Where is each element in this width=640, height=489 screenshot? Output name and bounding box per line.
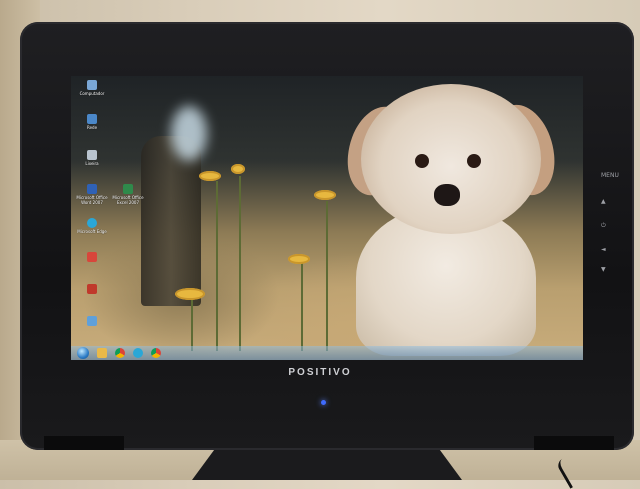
- dog-eye-left: [415, 154, 429, 168]
- flower: [288, 254, 310, 264]
- desktop-icon-word[interactable]: Microsoft Office Word 2007: [75, 184, 109, 205]
- desktop-icon-label: Microsoft Office Excel 2007: [112, 195, 144, 205]
- monitor-brand-logo: POSITIVO: [288, 367, 352, 378]
- edge-icon: [87, 218, 97, 228]
- chrome-icon-2[interactable]: [151, 348, 161, 358]
- desktop-icon-app[interactable]: [75, 252, 109, 263]
- app-icon-3: [87, 316, 97, 326]
- recycle-bin-icon: [87, 150, 97, 160]
- flower-stem: [326, 201, 328, 351]
- desktop-icon-label: Computador: [79, 91, 105, 96]
- excel-icon: [123, 184, 133, 194]
- down-button[interactable]: ▼: [601, 266, 606, 273]
- explorer-icon[interactable]: [97, 348, 107, 358]
- dog-eye-right: [467, 154, 481, 168]
- power-button[interactable]: ⏻: [601, 222, 606, 230]
- desktop-icon-label: Rede: [86, 125, 98, 130]
- flower-stem: [239, 176, 241, 351]
- up-button[interactable]: ▲: [601, 198, 606, 205]
- desktop-icon-recycle-bin[interactable]: Lixeira: [75, 150, 109, 166]
- left-button[interactable]: ◄: [601, 246, 606, 253]
- taskbar: [71, 346, 583, 360]
- app-icon: [87, 252, 97, 262]
- chrome-icon[interactable]: [115, 348, 125, 358]
- speaker-right: [534, 436, 614, 450]
- computer-icon: [87, 80, 97, 90]
- edge-icon[interactable]: [133, 348, 143, 358]
- desktop-icon-label: Microsoft Edge: [77, 229, 107, 234]
- flower-stem: [216, 181, 218, 351]
- desktop-icon-excel[interactable]: Microsoft Office Excel 2007: [111, 184, 145, 205]
- desktop-icon-label: Microsoft Office Word 2007: [76, 195, 108, 205]
- desktop-icon-network[interactable]: Rede: [75, 114, 109, 130]
- screen: Computador Rede Lixeira Microsoft Office…: [71, 76, 583, 360]
- flower: [314, 190, 336, 200]
- flower: [175, 288, 205, 300]
- menu-button[interactable]: MENU: [601, 172, 619, 179]
- start-button[interactable]: [77, 347, 89, 359]
- desktop-icon-edge[interactable]: Microsoft Edge: [75, 218, 109, 234]
- desktop-icon-app-2[interactable]: [75, 284, 109, 295]
- flower: [199, 171, 221, 181]
- power-led: [321, 400, 326, 405]
- speaker-left: [44, 436, 124, 450]
- desktop-icon-label: Lixeira: [85, 161, 99, 166]
- network-icon: [87, 114, 97, 124]
- background-light: [171, 106, 207, 161]
- word-icon: [87, 184, 97, 194]
- dog-nose: [434, 184, 460, 206]
- desktop-icon-computer[interactable]: Computador: [75, 80, 109, 96]
- desktop-icons: Computador Rede Lixeira Microsoft Office…: [75, 80, 155, 340]
- flower-stem: [191, 291, 193, 351]
- desktop-icon-app-3[interactable]: [75, 316, 109, 327]
- app-icon-2: [87, 284, 97, 294]
- flower-stem: [301, 261, 303, 351]
- dog-head: [361, 84, 541, 234]
- flower: [231, 164, 245, 174]
